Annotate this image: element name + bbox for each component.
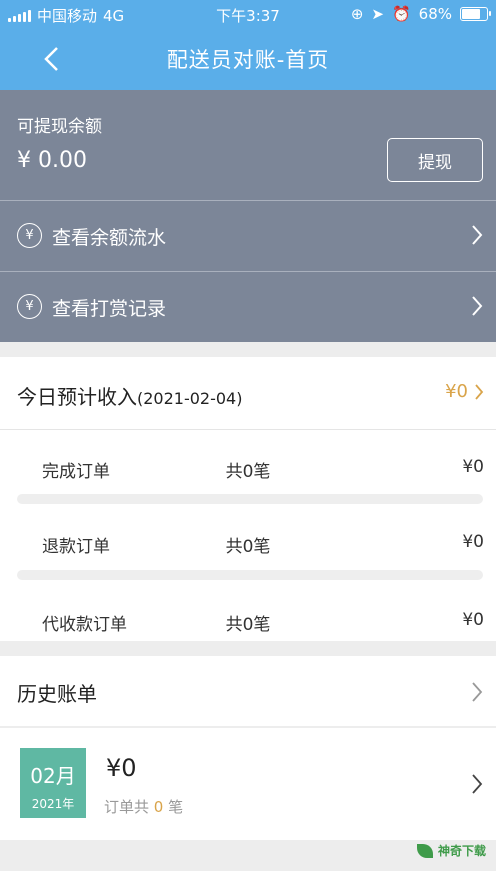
bill-amount: ¥0 xyxy=(106,754,137,782)
bill-count-suffix: 笔 xyxy=(168,798,184,816)
menu-item-tip-records[interactable]: ¥ 查看打赏记录 xyxy=(0,271,496,342)
balance-label: 可提现余额 xyxy=(17,117,102,137)
order-amount: ¥0 xyxy=(462,532,484,552)
order-count: 共0笔 xyxy=(225,537,271,557)
alarm-icon: ⏰ xyxy=(391,5,411,23)
status-bar: 中国移动 4G 下午3:37 ⊕ ➤ ⏰ 68% xyxy=(0,0,496,28)
battery-percent: 68% xyxy=(418,5,452,23)
menu-item-label: 查看余额流水 xyxy=(52,227,167,249)
today-income-label: 今日预计收入 xyxy=(17,385,137,409)
today-income-title: 今日预计收入(2021-02-04) xyxy=(17,381,242,410)
chevron-right-icon xyxy=(472,296,483,316)
history-bills-header[interactable]: 历史账单 xyxy=(0,656,496,726)
order-count: 共0笔 xyxy=(225,615,271,635)
today-income-amount: ¥0 xyxy=(445,381,468,402)
today-income-date: (2021-02-04) xyxy=(137,389,243,408)
nav-bar: 配送员对账-首页 xyxy=(0,28,496,90)
page-title: 配送员对账-首页 xyxy=(166,48,330,72)
balance-panel: 可提现余额 ¥ 0.00 提现 xyxy=(0,90,496,200)
divider xyxy=(0,429,496,430)
today-income-amount-link[interactable]: ¥0 xyxy=(445,381,484,402)
chevron-right-icon xyxy=(472,682,483,702)
bill-year: 2021年 xyxy=(31,797,75,811)
history-title: 历史账单 xyxy=(17,682,97,706)
order-row-completed: 完成订单 共0笔 ¥0 xyxy=(0,439,496,495)
menu-item-label: 查看打赏记录 xyxy=(52,298,167,320)
today-income-card: 今日预计收入(2021-02-04) ¥0 完成订单 共0笔 ¥0 退款订单 共… xyxy=(0,357,496,641)
bill-order-count: 订单共 0 笔 xyxy=(104,796,183,817)
withdraw-button[interactable]: 提现 xyxy=(387,138,483,182)
rotation-lock-icon: ⊕ xyxy=(350,5,364,23)
bill-item[interactable]: 02月 2021年 ¥0 订单共 0 笔 xyxy=(0,728,496,840)
chevron-right-icon xyxy=(475,383,484,400)
order-row-refund: 退款订单 共0笔 ¥0 xyxy=(0,514,496,570)
balance-amount: ¥ 0.00 xyxy=(17,148,87,173)
order-row-collection: 代收款订单 共0笔 ¥0 xyxy=(0,592,496,648)
bill-count-prefix: 订单共 xyxy=(104,798,150,816)
row-separator xyxy=(17,570,483,580)
order-count: 共0笔 xyxy=(225,462,271,482)
watermark: 神奇下载 xyxy=(416,842,486,859)
order-amount: ¥0 xyxy=(462,610,484,630)
chevron-right-icon xyxy=(472,225,483,245)
bill-date-badge: 02月 2021年 xyxy=(20,748,86,818)
order-amount: ¥0 xyxy=(462,457,484,477)
chevron-right-icon xyxy=(472,774,483,794)
row-separator xyxy=(17,494,483,504)
battery-level xyxy=(462,9,480,19)
leaf-logo-icon xyxy=(416,843,433,858)
bill-count-number: 0 xyxy=(153,798,164,816)
location-icon: ➤ xyxy=(371,5,384,23)
battery-icon xyxy=(460,7,491,21)
yen-circle-icon: ¥ xyxy=(17,223,42,248)
yen-circle-icon: ¥ xyxy=(17,294,42,319)
bill-month: 02月 xyxy=(30,764,76,788)
menu-item-balance-flow[interactable]: ¥ 查看余额流水 xyxy=(0,200,496,271)
watermark-text: 神奇下载 xyxy=(437,844,486,858)
